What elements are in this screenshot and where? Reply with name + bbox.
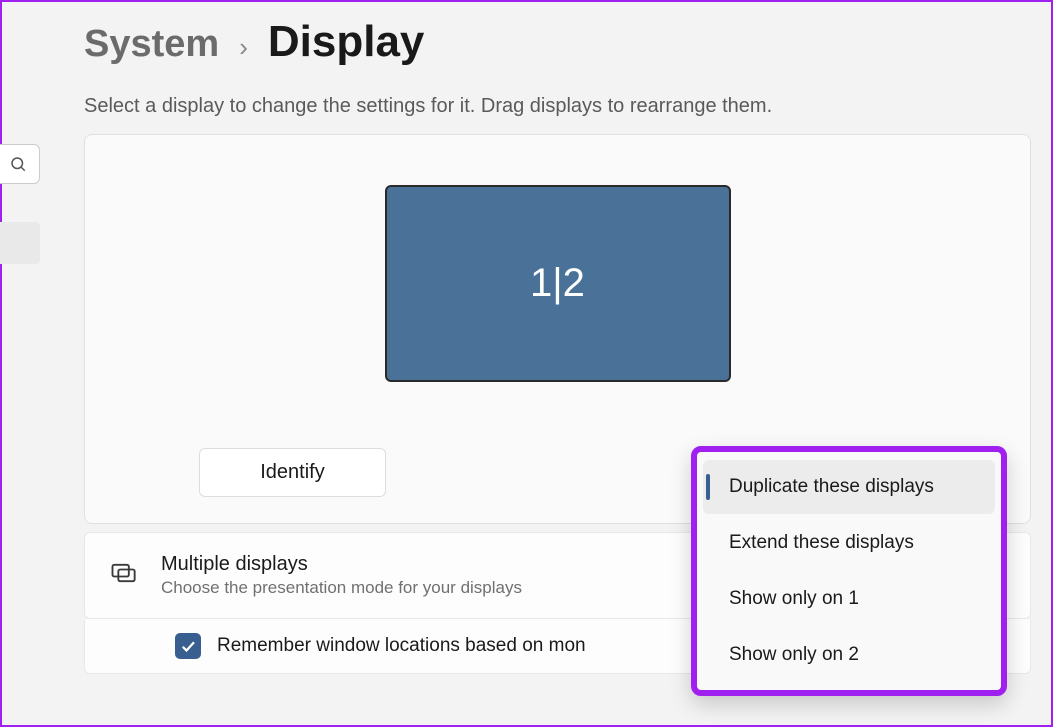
sidebar-item-active[interactable] xyxy=(0,222,40,264)
dropdown-option-duplicate[interactable]: Duplicate these displays xyxy=(703,460,995,514)
dropdown-option-show-only-2[interactable]: Show only on 2 xyxy=(703,628,995,682)
remember-locations-label: Remember window locations based on mon xyxy=(217,635,586,657)
search-input-box[interactable] xyxy=(0,144,40,184)
dropdown-option-show-only-1[interactable]: Show only on 1 xyxy=(703,572,995,626)
chevron-right-icon: › xyxy=(239,32,248,63)
remember-locations-checkbox[interactable] xyxy=(175,633,201,659)
identify-button[interactable]: Identify xyxy=(199,448,385,497)
dropdown-option-extend[interactable]: Extend these displays xyxy=(703,516,995,570)
breadcrumb-parent[interactable]: System xyxy=(84,23,219,66)
check-icon xyxy=(179,637,197,655)
breadcrumb-current: Display xyxy=(268,17,425,67)
display-mode-dropdown: Duplicate these displays Extend these di… xyxy=(691,446,1007,696)
displays-icon xyxy=(109,559,137,592)
search-icon xyxy=(9,155,27,173)
page-subtitle: Select a display to change the settings … xyxy=(84,95,1031,118)
breadcrumb: System › Display xyxy=(84,17,1031,67)
monitor-thumbnail[interactable]: 1|2 xyxy=(385,185,731,382)
